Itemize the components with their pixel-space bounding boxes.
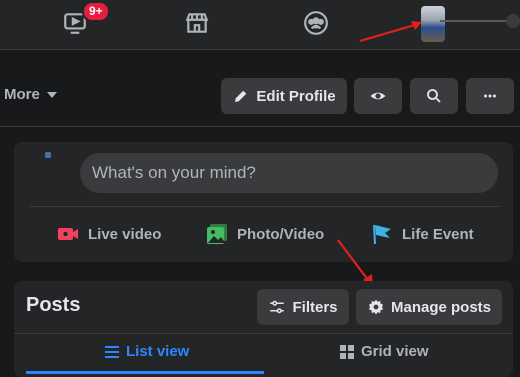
ellipsis-icon	[484, 94, 496, 98]
list-icon	[105, 345, 119, 358]
life-event-flag-icon	[373, 224, 391, 245]
grid-view-label: Grid view	[361, 343, 429, 360]
composer-avatar[interactable]	[45, 152, 51, 158]
manage-posts-button[interactable]: Manage posts	[356, 289, 502, 325]
tab-grid-view[interactable]: Grid view	[339, 343, 429, 360]
tabs-divider	[14, 333, 513, 334]
photo-video-icon	[207, 224, 227, 244]
composer-placeholder: What's on your mind?	[92, 163, 256, 182]
edit-profile-button[interactable]: Edit Profile	[221, 78, 347, 114]
more-tab[interactable]: More	[4, 86, 58, 103]
avatar-underline	[440, 20, 510, 22]
gear-icon	[368, 299, 384, 315]
tab-list-view[interactable]: List view	[104, 343, 189, 360]
profile-avatar[interactable]	[421, 6, 445, 42]
life-event-label: Life Event	[402, 225, 474, 243]
manage-posts-label: Manage posts	[390, 298, 492, 316]
pencil-icon	[235, 90, 247, 102]
composer-input[interactable]: What's on your mind?	[80, 153, 498, 193]
live-video-label: Live video	[88, 225, 162, 243]
view-as-button[interactable]	[354, 78, 402, 114]
filters-button[interactable]: Filters	[257, 289, 349, 325]
active-tab-indicator	[26, 371, 264, 374]
nav-marketplace[interactable]	[182, 8, 212, 38]
filters-icon	[270, 300, 285, 314]
search-icon	[427, 89, 441, 103]
search-profile-button[interactable]	[410, 78, 458, 114]
more-options-button[interactable]	[466, 78, 514, 114]
posts-title: Posts	[26, 294, 81, 316]
chevron-down-icon	[46, 91, 57, 98]
more-label: More	[4, 86, 40, 103]
live-video-button[interactable]: Live video	[56, 222, 161, 246]
nav-groups[interactable]	[301, 8, 331, 38]
account-menu-icon[interactable]	[506, 14, 520, 28]
edit-profile-label: Edit Profile	[256, 87, 336, 105]
eye-icon	[370, 92, 386, 100]
photo-video-label: Photo/Video	[237, 225, 325, 243]
life-event-button[interactable]: Life Event	[370, 222, 474, 246]
photo-video-button[interactable]: Photo/Video	[205, 222, 324, 246]
live-video-icon	[58, 228, 78, 240]
groups-icon	[304, 11, 328, 35]
composer-divider	[30, 206, 500, 207]
marketplace-icon	[185, 13, 209, 33]
list-view-label: List view	[126, 343, 190, 360]
section-divider	[0, 126, 520, 127]
grid-icon	[340, 344, 354, 359]
filters-label: Filters	[292, 298, 338, 316]
notification-badge: 9+	[82, 1, 110, 22]
top-navigation-bar: 9+	[0, 0, 520, 50]
